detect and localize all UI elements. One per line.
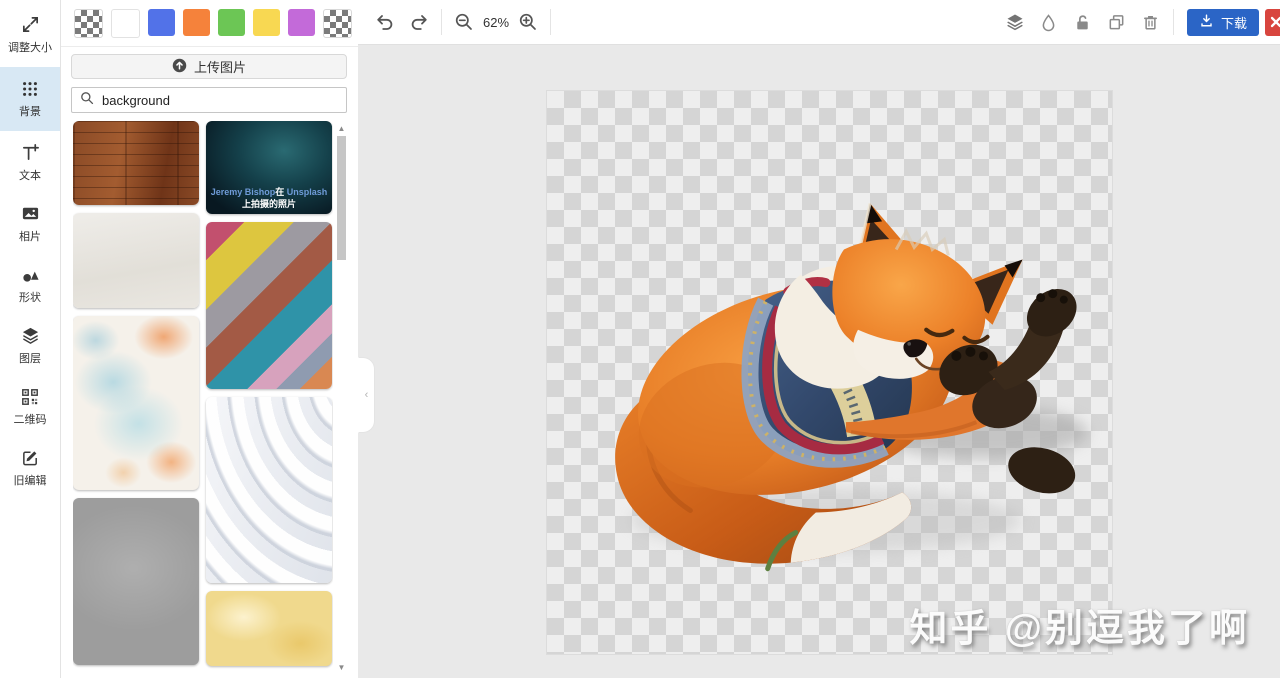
thumbnail-column-right: Jeremy Bishop在 Unsplash上拍摄的照片: [206, 121, 332, 678]
thumbnail-wood-planks[interactable]: [73, 121, 199, 205]
sidebar-item-text[interactable]: 文本: [0, 134, 60, 192]
undo-button[interactable]: [368, 6, 402, 38]
layers-icon: [21, 326, 40, 345]
opacity-drop-icon: [1039, 13, 1058, 32]
divider: [1173, 9, 1174, 35]
sidebar-item-photo[interactable]: 相片: [0, 195, 60, 253]
undo-icon: [375, 12, 395, 32]
thumbnail-white-waves[interactable]: [206, 397, 332, 583]
thumbnail-colorful-stripes[interactable]: [206, 222, 332, 389]
close-icon: [1270, 16, 1280, 28]
delete-button[interactable]: [1134, 6, 1168, 38]
background-panel: 上传图片 Jeremy Bishop在 Unsplash上拍摄的照片 ▲ ▼: [61, 0, 358, 678]
swatch-green[interactable]: [218, 9, 245, 36]
zoom-out-icon: [454, 12, 474, 32]
swatch-yellow[interactable]: [253, 9, 280, 36]
sidebar-item-label: 相片: [19, 228, 41, 244]
sidebar-item-background[interactable]: 背景: [0, 67, 60, 131]
redo-icon: [409, 12, 429, 32]
sidebar-item-layers[interactable]: 图层: [0, 317, 60, 375]
zoom-level-value: 62%: [483, 15, 509, 30]
search-box: [71, 87, 347, 113]
duplicate-button[interactable]: [1100, 6, 1134, 38]
layers-icon: [1005, 12, 1025, 32]
unlock-icon: [1073, 13, 1092, 32]
scroll-up-arrow-icon[interactable]: ▲: [336, 123, 347, 135]
thumbnail-watercolor-marble[interactable]: [73, 316, 199, 490]
swatch-transparent-1[interactable]: [74, 9, 103, 38]
swatch-blue[interactable]: [148, 9, 175, 36]
sidebar-item-label: 文本: [19, 167, 41, 183]
upload-icon: [172, 58, 187, 76]
color-swatch-row: [61, 0, 358, 38]
divider: [550, 9, 551, 35]
thumbnail-yellow-texture[interactable]: [206, 591, 332, 666]
resize-icon: [21, 15, 40, 34]
background-grid-icon: [21, 80, 39, 98]
scroll-down-arrow-icon[interactable]: ▼: [336, 662, 347, 674]
swatch-purple[interactable]: [288, 9, 315, 36]
scrollbar-thumb[interactable]: [337, 136, 346, 260]
divider: [441, 9, 442, 35]
sidebar-item-legacy-editor[interactable]: 旧编辑: [0, 439, 60, 497]
zoom-in-button[interactable]: [511, 6, 545, 38]
upload-button-label: 上传图片: [194, 57, 246, 76]
swatch-white[interactable]: [111, 9, 140, 38]
zoom-in-icon: [518, 12, 538, 32]
attribution-author-link[interactable]: Jeremy Bishop: [211, 187, 276, 197]
sidebar-item-label: 调整大小: [8, 39, 52, 55]
shapes-icon: [21, 265, 40, 284]
swatch-orange[interactable]: [183, 9, 210, 36]
qrcode-icon: [21, 388, 39, 406]
sidebar-item-qrcode[interactable]: 二维码: [0, 378, 60, 436]
chevron-left-icon: ‹: [365, 389, 369, 401]
layers-tool-button[interactable]: [998, 6, 1032, 38]
thumbnail-column-left: [73, 121, 199, 678]
sidebar-item-label: 图层: [19, 350, 41, 366]
editor-canvas[interactable]: [546, 90, 1113, 655]
legacy-editor-icon: [21, 448, 40, 467]
sidebar-item-resize[interactable]: 调整大小: [0, 6, 60, 64]
sleeping-fox-image[interactable]: [595, 179, 1117, 601]
download-button-label: 下载: [1221, 13, 1247, 32]
lock-button[interactable]: [1066, 6, 1100, 38]
thumbnail-dark-ocean[interactable]: Jeremy Bishop在 Unsplash上拍摄的照片: [206, 121, 332, 214]
sidebar-item-shapes[interactable]: 形状: [0, 256, 60, 314]
redo-button[interactable]: [402, 6, 436, 38]
panel-collapse-handle[interactable]: ‹: [358, 357, 375, 433]
download-button[interactable]: 下载: [1187, 9, 1259, 36]
zoom-out-button[interactable]: [447, 6, 481, 38]
left-nav: 调整大小 背景 文本 相片 形状: [0, 0, 61, 678]
delete-icon: [1141, 13, 1160, 32]
swatch-transparent-2[interactable]: [323, 9, 352, 38]
watermark-text: 知乎 @别逗我了啊: [909, 597, 1250, 652]
sidebar-item-label: 形状: [19, 289, 41, 305]
sidebar-item-label: 背景: [19, 103, 41, 119]
sidebar-item-label: 旧编辑: [14, 472, 47, 488]
thumbnail-white-plaster[interactable]: [73, 213, 199, 308]
thumbnail-grid: Jeremy Bishop在 Unsplash上拍摄的照片: [73, 121, 333, 678]
sidebar-item-label: 二维码: [14, 411, 47, 427]
top-toolbar: 62% 下载: [358, 0, 1280, 45]
thumbnail-gray-concrete[interactable]: [73, 498, 199, 665]
divider: [61, 46, 358, 47]
text-icon: [21, 143, 40, 162]
photo-icon: [21, 204, 40, 223]
attribution-source-link[interactable]: Unsplash: [287, 187, 328, 197]
close-button[interactable]: [1265, 9, 1280, 36]
opacity-button[interactable]: [1032, 6, 1066, 38]
panel-scrollbar[interactable]: ▲ ▼: [336, 121, 347, 678]
search-icon: [80, 91, 94, 110]
upload-image-button[interactable]: 上传图片: [71, 54, 347, 79]
download-icon: [1199, 13, 1214, 31]
search-input[interactable]: [100, 92, 338, 109]
photo-attribution: Jeremy Bishop在 Unsplash上拍摄的照片: [209, 186, 329, 211]
duplicate-icon: [1107, 13, 1126, 32]
